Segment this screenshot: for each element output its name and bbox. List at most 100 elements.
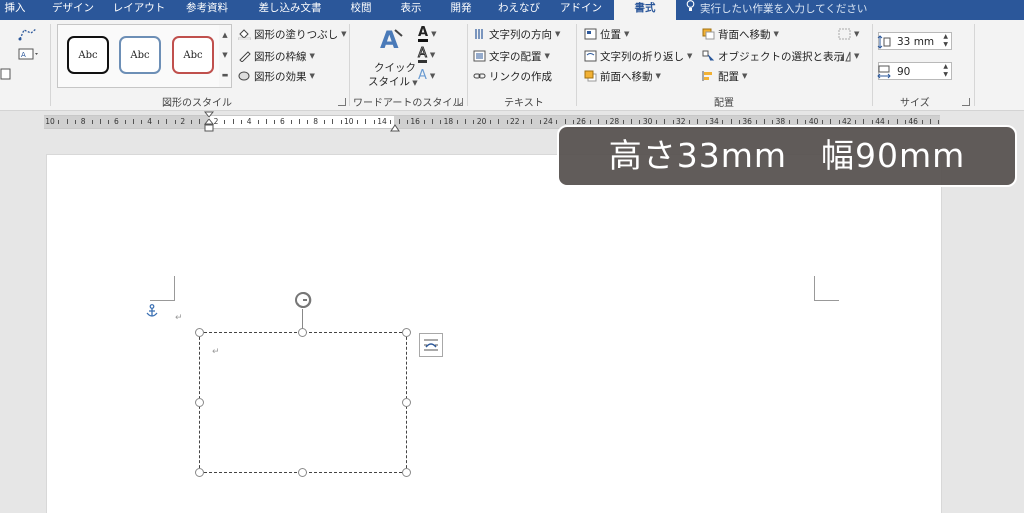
quick-styles-button[interactable]: A クイック スタイル ▼ — [366, 26, 418, 88]
text-outline-button[interactable]: A ▼ — [418, 46, 435, 63]
tab-review[interactable]: 校閲 — [344, 0, 378, 20]
rotation-handle-icon[interactable] — [293, 290, 313, 314]
tab-waenavi[interactable]: わえなび — [494, 0, 544, 20]
text-direction-button[interactable]: 文字列の方向 ▼ — [473, 26, 560, 42]
align-text-icon[interactable] — [0, 66, 12, 85]
wrap-text-button[interactable]: 文字列の折り返し ▼ — [584, 48, 692, 64]
layout-options-icon[interactable] — [419, 333, 443, 357]
ruler-tick — [797, 119, 798, 124]
align-text-button[interactable]: 文字の配置 ▼ — [473, 48, 550, 64]
tab-developer[interactable]: 開発 — [444, 0, 478, 20]
tab-addins[interactable]: アドイン — [558, 0, 604, 20]
ruler-tick — [240, 120, 242, 124]
tell-me-text: 実行したい作業を入力してください — [700, 3, 868, 15]
ruler-tick — [257, 120, 259, 124]
edit-shape-icon[interactable] — [18, 26, 38, 45]
ruler-tick — [506, 120, 508, 124]
text-fill-icon: A — [418, 24, 429, 42]
align-button[interactable]: 配置 ▼ — [702, 68, 747, 84]
lightbulb-icon — [686, 0, 696, 17]
align-label: 配置 — [718, 70, 739, 83]
rotate-button[interactable]: ▼ — [838, 48, 859, 64]
ruler-number: 14 — [377, 117, 387, 126]
selection-pane-button[interactable]: オブジェクトの選択と表示 — [702, 48, 844, 64]
width-spinner-icon[interactable]: ▲ ▼ — [943, 63, 948, 79]
gallery-scroll-buttons[interactable]: ▲ ▼ ▬ — [219, 24, 232, 88]
selected-rectangle-shape[interactable] — [199, 332, 407, 473]
shape-style-sample-2[interactable]: Abc — [119, 36, 161, 74]
anchor-icon — [146, 303, 158, 322]
width-icon — [877, 64, 891, 79]
ruler-number: 4 — [246, 117, 252, 126]
ruler-number: 20 — [476, 117, 487, 126]
tab-view[interactable]: 表示 — [394, 0, 428, 20]
quick-style-line1: クイック — [374, 62, 416, 74]
ruler-tick — [431, 119, 433, 124]
ruler-tick — [523, 120, 525, 124]
shape-styles-launcher-icon[interactable] — [338, 98, 346, 106]
shape-styles-group-label: 図形のスタイル — [162, 98, 232, 109]
wordart-launcher-icon[interactable] — [455, 98, 463, 106]
ruler-tick — [821, 120, 823, 124]
text-box-icon[interactable]: A — [18, 46, 40, 65]
ruler-tick — [722, 120, 724, 124]
ruler-tick — [589, 120, 591, 124]
resize-handle-right[interactable] — [402, 398, 411, 407]
ribbon: A Abc Abc Abc ▲ ▼ ▬ 図形の塗りつぶし ▼ 図形の枠線 ▼ 図形の効果… — [0, 20, 1024, 111]
shape-effects-button[interactable]: 図形の効果 ▼ — [238, 68, 315, 84]
bring-forward-icon — [584, 70, 597, 82]
ruler-tick — [838, 120, 840, 124]
shape-fill-button[interactable]: 図形の塗りつぶし ▼ — [237, 26, 347, 42]
send-backward-button[interactable]: 背面へ移動 ▼ — [702, 26, 779, 42]
ruler-number: 8 — [80, 117, 86, 126]
tab-mailings[interactable]: 差し込み文書 — [252, 0, 328, 20]
arrange-group-label: 配置 — [714, 98, 734, 109]
resize-handle-top-right[interactable] — [402, 328, 411, 337]
shape-outline-button[interactable]: 図形の枠線 ▼ — [238, 48, 315, 64]
text-effects-button[interactable]: A ▼ — [418, 68, 435, 84]
ruler-tick — [805, 120, 807, 124]
bring-forward-button[interactable]: 前面へ移動 ▼ — [584, 68, 661, 84]
tab-format[interactable]: 書式 — [614, 0, 676, 22]
group-objects-button[interactable]: ▼ — [838, 26, 859, 42]
resize-handle-bottom-right[interactable] — [402, 468, 411, 477]
create-link-button[interactable]: リンクの作成 — [473, 68, 552, 84]
pen-icon — [238, 50, 251, 63]
text-fill-button[interactable]: A ▼ — [418, 26, 436, 42]
ruler-tick — [224, 120, 226, 124]
position-button[interactable]: 位置 ▼ — [584, 26, 629, 42]
tab-layout[interactable]: レイアウト — [112, 0, 166, 20]
resize-handle-top[interactable] — [298, 328, 307, 337]
wrap-text-icon — [584, 50, 597, 62]
shape-style-sample-1[interactable]: Abc — [67, 36, 109, 74]
ruler-tick — [157, 120, 159, 124]
resize-handle-bottom[interactable] — [298, 468, 307, 477]
document-page[interactable] — [46, 154, 942, 513]
ruler-tick — [440, 120, 442, 124]
tab-references[interactable]: 参考資料 — [180, 0, 234, 20]
paragraph-mark-1: ↵ — [175, 313, 183, 323]
tab-design[interactable]: デザイン — [44, 0, 102, 20]
shape-style-sample-3[interactable]: Abc — [172, 36, 214, 74]
ruler-tick — [738, 120, 740, 124]
ruler-tick — [340, 120, 342, 124]
resize-handle-left[interactable] — [195, 398, 204, 407]
resize-handle-top-left[interactable] — [195, 328, 204, 337]
position-icon — [584, 28, 597, 40]
ruler-number: 6 — [114, 117, 119, 126]
ruler-tick — [622, 120, 624, 124]
paragraph-mark-2: ↵ — [212, 347, 220, 357]
ruler-tick — [763, 119, 765, 124]
send-backward-label: 背面へ移動 — [718, 28, 771, 41]
ruler-tick — [373, 120, 375, 124]
tell-me-search[interactable]: 実行したい作業を入力してください — [686, 0, 867, 20]
ruler-number: 16 — [410, 117, 420, 126]
size-launcher-icon[interactable] — [962, 98, 970, 106]
indent-marker-icon[interactable] — [203, 111, 215, 137]
resize-handle-bottom-left[interactable] — [195, 468, 204, 477]
ribbon-tab-bar: 挿入 デザイン レイアウト 参考資料 差し込み文書 校閲 表示 開発 わえなび … — [0, 0, 1024, 22]
tab-insert[interactable]: 挿入 — [0, 0, 30, 20]
height-spinner-icon[interactable]: ▲ ▼ — [943, 33, 948, 49]
align-objects-icon — [702, 70, 715, 82]
right-indent-marker-icon[interactable] — [390, 118, 400, 137]
